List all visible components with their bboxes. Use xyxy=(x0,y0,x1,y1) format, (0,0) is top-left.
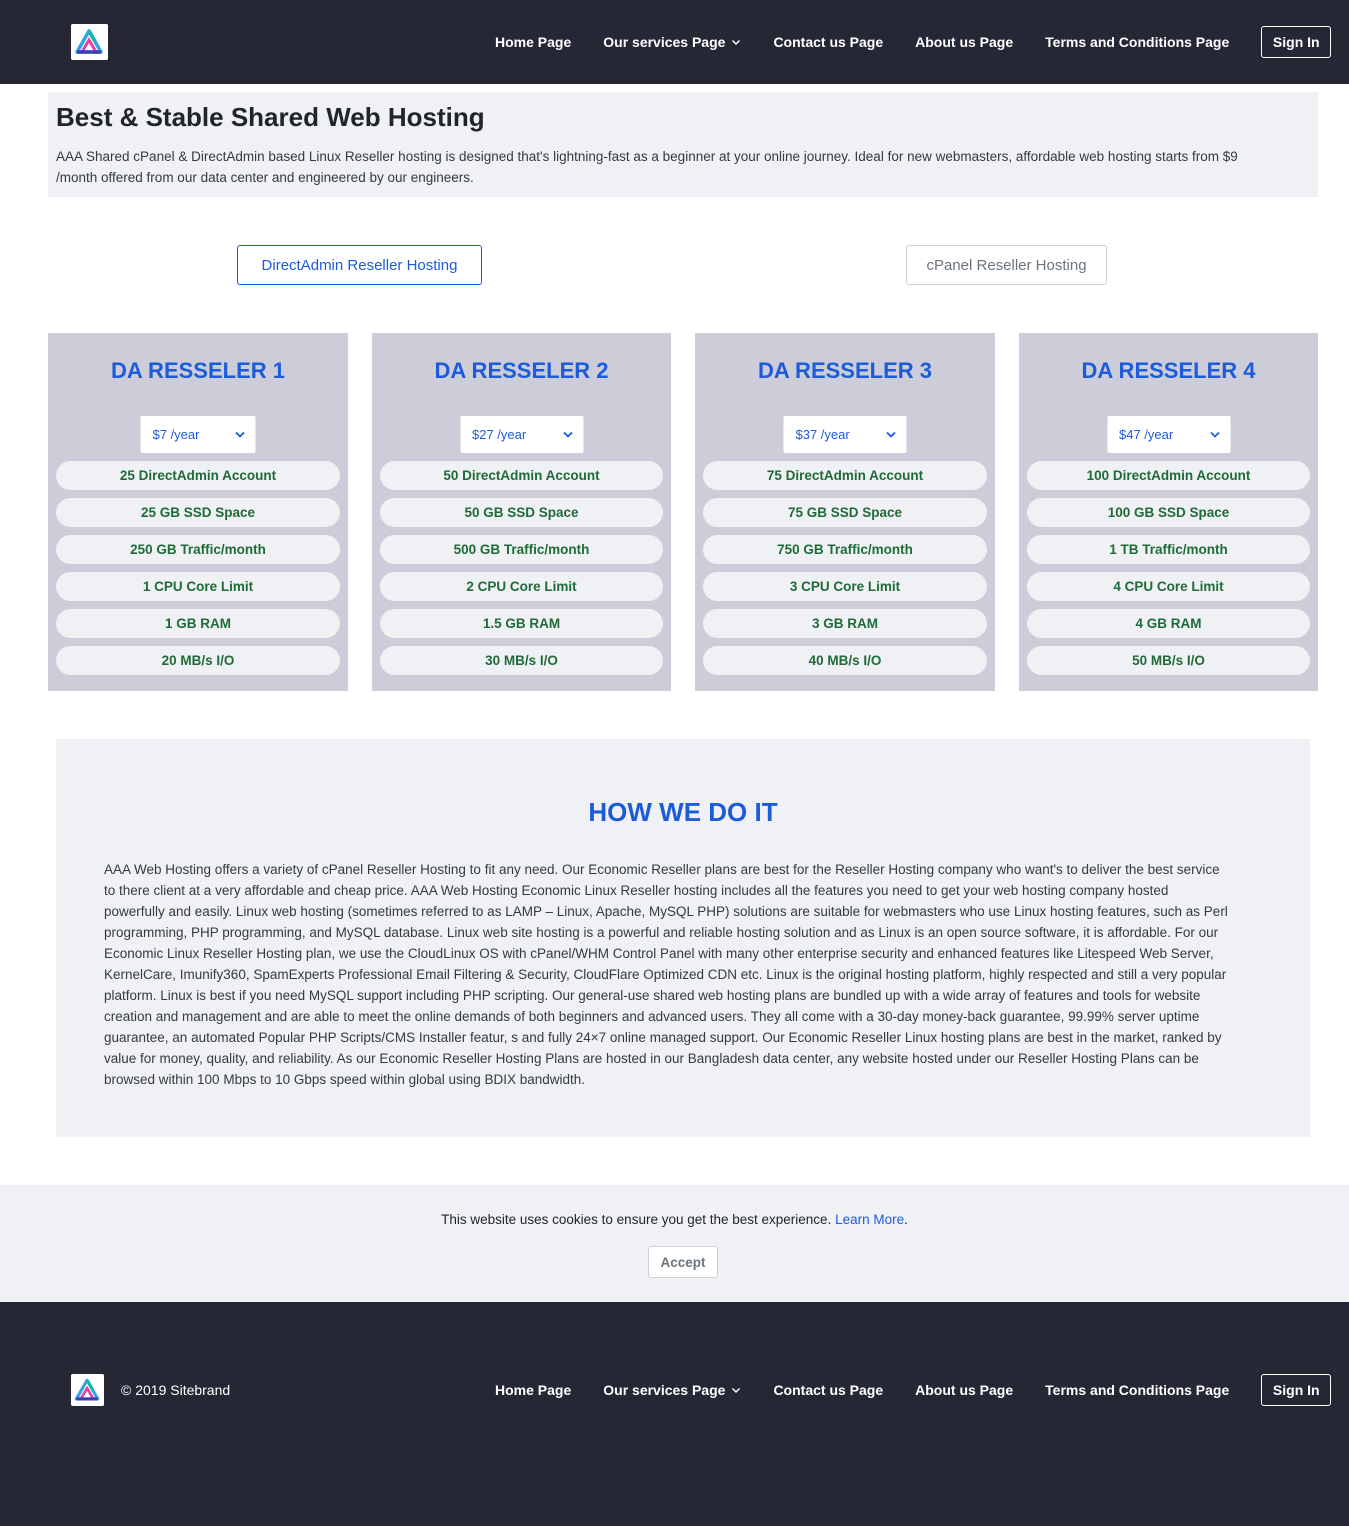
footer-logo[interactable] xyxy=(71,1374,104,1406)
plan-feature: 25 DirectAdmin Account xyxy=(56,461,340,490)
chevron-down-icon xyxy=(1209,431,1220,438)
plan-feature: 2 CPU Core Limit xyxy=(380,572,663,601)
page-title: Best & Stable Shared Web Hosting xyxy=(56,102,485,132)
hero-description-line-1: AAA Shared cPanel & DirectAdmin based Li… xyxy=(56,149,1238,164)
nav-contact[interactable]: Contact us Page xyxy=(773,34,883,50)
plan-title: DA RESSELER 2 xyxy=(434,358,609,383)
main-nav: Home Page Our services Page Contact us P… xyxy=(495,26,1332,58)
billing-period-select[interactable]: $7 /year xyxy=(140,416,256,453)
body-line: to there client at a very affordable and… xyxy=(104,883,1169,898)
nav-services-label: Our services Page xyxy=(603,34,726,50)
section-body: AAA Web Hosting offers a variety of cPan… xyxy=(104,859,1264,1090)
plan-feature: 50 GB SSD Space xyxy=(380,498,663,527)
plan-title: DA RESSELER 1 xyxy=(110,358,285,383)
plan-card: DA RESSELER 1 $7 /year 25 DirectAdmin Ac… xyxy=(48,333,348,691)
chevron-down-icon xyxy=(732,1388,741,1393)
body-line: powerfully and easily. Linux web hosting… xyxy=(104,904,1228,919)
plan-feature: 40 MB/s I/O xyxy=(703,646,987,675)
chevron-down-icon xyxy=(562,431,573,438)
chevron-down-icon xyxy=(886,431,896,438)
plan-feature: 4 CPU Core Limit xyxy=(1027,572,1310,601)
tab-cpanel-reseller[interactable]: cPanel Reseller Hosting xyxy=(906,245,1107,285)
plan-feature: 25 GB SSD Space xyxy=(56,498,340,527)
plan-feature: 75 GB SSD Space xyxy=(703,498,987,527)
plan-feature: 50 MB/s I/O xyxy=(1027,646,1310,675)
plan-feature: 75 DirectAdmin Account xyxy=(703,461,987,490)
logo-icon xyxy=(71,24,108,60)
learn-more-link[interactable]: Learn More xyxy=(835,1212,904,1227)
cookie-banner: This website uses cookies to ensure you … xyxy=(0,1185,1349,1302)
hero-description: AAA Shared cPanel & DirectAdmin based Li… xyxy=(56,146,1310,188)
cookie-text: This website uses cookies to ensure you … xyxy=(441,1212,832,1227)
nav-home[interactable]: Home Page xyxy=(495,34,571,50)
plan-feature: 20 MB/s I/O xyxy=(56,646,340,675)
how-we-do-it-section: HOW WE DO IT AAA Web Hosting offers a va… xyxy=(56,739,1310,1137)
chevron-down-icon xyxy=(732,40,741,45)
plan-feature: 250 GB Traffic/month xyxy=(56,535,340,564)
body-line: KernelCare, Imunify360, SpamExperts Prof… xyxy=(104,967,1227,982)
footer-nav: Home Page Our services Page Contact us P… xyxy=(495,1374,1332,1406)
plan-card: DA RESSELER 4 $47 /year 100 DirectAdmin … xyxy=(1019,333,1318,691)
billing-period-select[interactable]: $47 /year xyxy=(1107,416,1230,453)
plan-feature: 750 GB Traffic/month xyxy=(703,535,987,564)
body-line: programming, PHP programming, and MySQL … xyxy=(104,925,1219,940)
accept-cookies-button[interactable]: Accept xyxy=(648,1246,718,1278)
billing-period-select[interactable]: $37 /year xyxy=(783,416,907,453)
billing-period-value: $27 /year xyxy=(472,427,527,442)
plan-feature: 100 GB SSD Space xyxy=(1027,498,1310,527)
body-line: creation and management and are able to … xyxy=(104,1009,1200,1024)
chevron-down-icon xyxy=(235,431,245,438)
plan-card: DA RESSELER 3 $37 /year 75 DirectAdmin A… xyxy=(695,333,995,691)
footer-nav-home[interactable]: Home Page xyxy=(495,1382,571,1398)
plan-feature: 3 CPU Core Limit xyxy=(703,572,987,601)
plan-feature: 50 DirectAdmin Account xyxy=(380,461,663,490)
plan-feature: 1.5 GB RAM xyxy=(380,609,663,638)
body-line: value for money, quality, and reliabilit… xyxy=(104,1051,1199,1066)
nav-terms[interactable]: Terms and Conditions Page xyxy=(1045,34,1229,50)
section-title: HOW WE DO IT xyxy=(588,797,778,827)
billing-period-select[interactable]: $27 /year xyxy=(460,416,583,453)
body-line: browsed within 100 Mbps to 10 Gbps speed… xyxy=(104,1072,586,1087)
footer-nav-terms[interactable]: Terms and Conditions Page xyxy=(1045,1382,1229,1398)
footer-sign-in-button[interactable]: Sign In xyxy=(1261,1374,1332,1406)
cookie-period: . xyxy=(904,1212,908,1227)
body-line: AAA Web Hosting offers a variety of cPan… xyxy=(104,862,1220,877)
plan-feature: 30 MB/s I/O xyxy=(380,646,663,675)
footer-nav-services-label: Our services Page xyxy=(603,1382,726,1398)
top-navbar: Home Page Our services Page Contact us P… xyxy=(0,0,1349,84)
footer-nav-services[interactable]: Our services Page xyxy=(603,1382,741,1398)
plan-feature: 500 GB Traffic/month xyxy=(380,535,663,564)
copyright: © 2019 Sitebrand xyxy=(121,1382,231,1398)
cookie-message: This website uses cookies to ensure you … xyxy=(0,1212,1349,1227)
plan-feature: 100 DirectAdmin Account xyxy=(1027,461,1310,490)
nav-about[interactable]: About us Page xyxy=(915,34,1013,50)
plan-card: DA RESSELER 2 $27 /year 50 DirectAdmin A… xyxy=(372,333,671,691)
billing-period-value: $47 /year xyxy=(1119,427,1174,442)
plan-feature: 1 GB RAM xyxy=(56,609,340,638)
hero-section: Best & Stable Shared Web Hosting AAA Sha… xyxy=(48,92,1318,197)
plan-feature: 3 GB RAM xyxy=(703,609,987,638)
tab-directadmin-reseller[interactable]: DirectAdmin Reseller Hosting xyxy=(237,245,482,285)
footer-nav-about[interactable]: About us Page xyxy=(915,1382,1013,1398)
logo-icon xyxy=(71,1374,104,1406)
body-line: platform. Linux is best if you need MySQ… xyxy=(104,988,1201,1003)
billing-period-value: $37 /year xyxy=(795,427,850,442)
footer: © 2019 Sitebrand Home Page Our services … xyxy=(0,1302,1349,1526)
plan-feature: 1 TB Traffic/month xyxy=(1027,535,1310,564)
footer-nav-contact[interactable]: Contact us Page xyxy=(773,1382,883,1398)
plan-title: DA RESSELER 4 xyxy=(1081,358,1256,383)
plan-feature: 1 CPU Core Limit xyxy=(56,572,340,601)
plan-feature: 4 GB RAM xyxy=(1027,609,1310,638)
nav-services[interactable]: Our services Page xyxy=(603,34,741,50)
plan-title: DA RESSELER 3 xyxy=(757,358,932,383)
billing-period-value: $7 /year xyxy=(152,427,200,442)
hero-description-line-2: /month offered from our data center and … xyxy=(56,170,474,185)
brand-logo[interactable] xyxy=(71,24,108,60)
body-line: guarantee, an automated Popular PHP Scri… xyxy=(104,1030,1222,1045)
body-line: Economic Linux Reseller Hosting plan, we… xyxy=(104,946,1214,961)
sign-in-button[interactable]: Sign In xyxy=(1261,26,1332,58)
